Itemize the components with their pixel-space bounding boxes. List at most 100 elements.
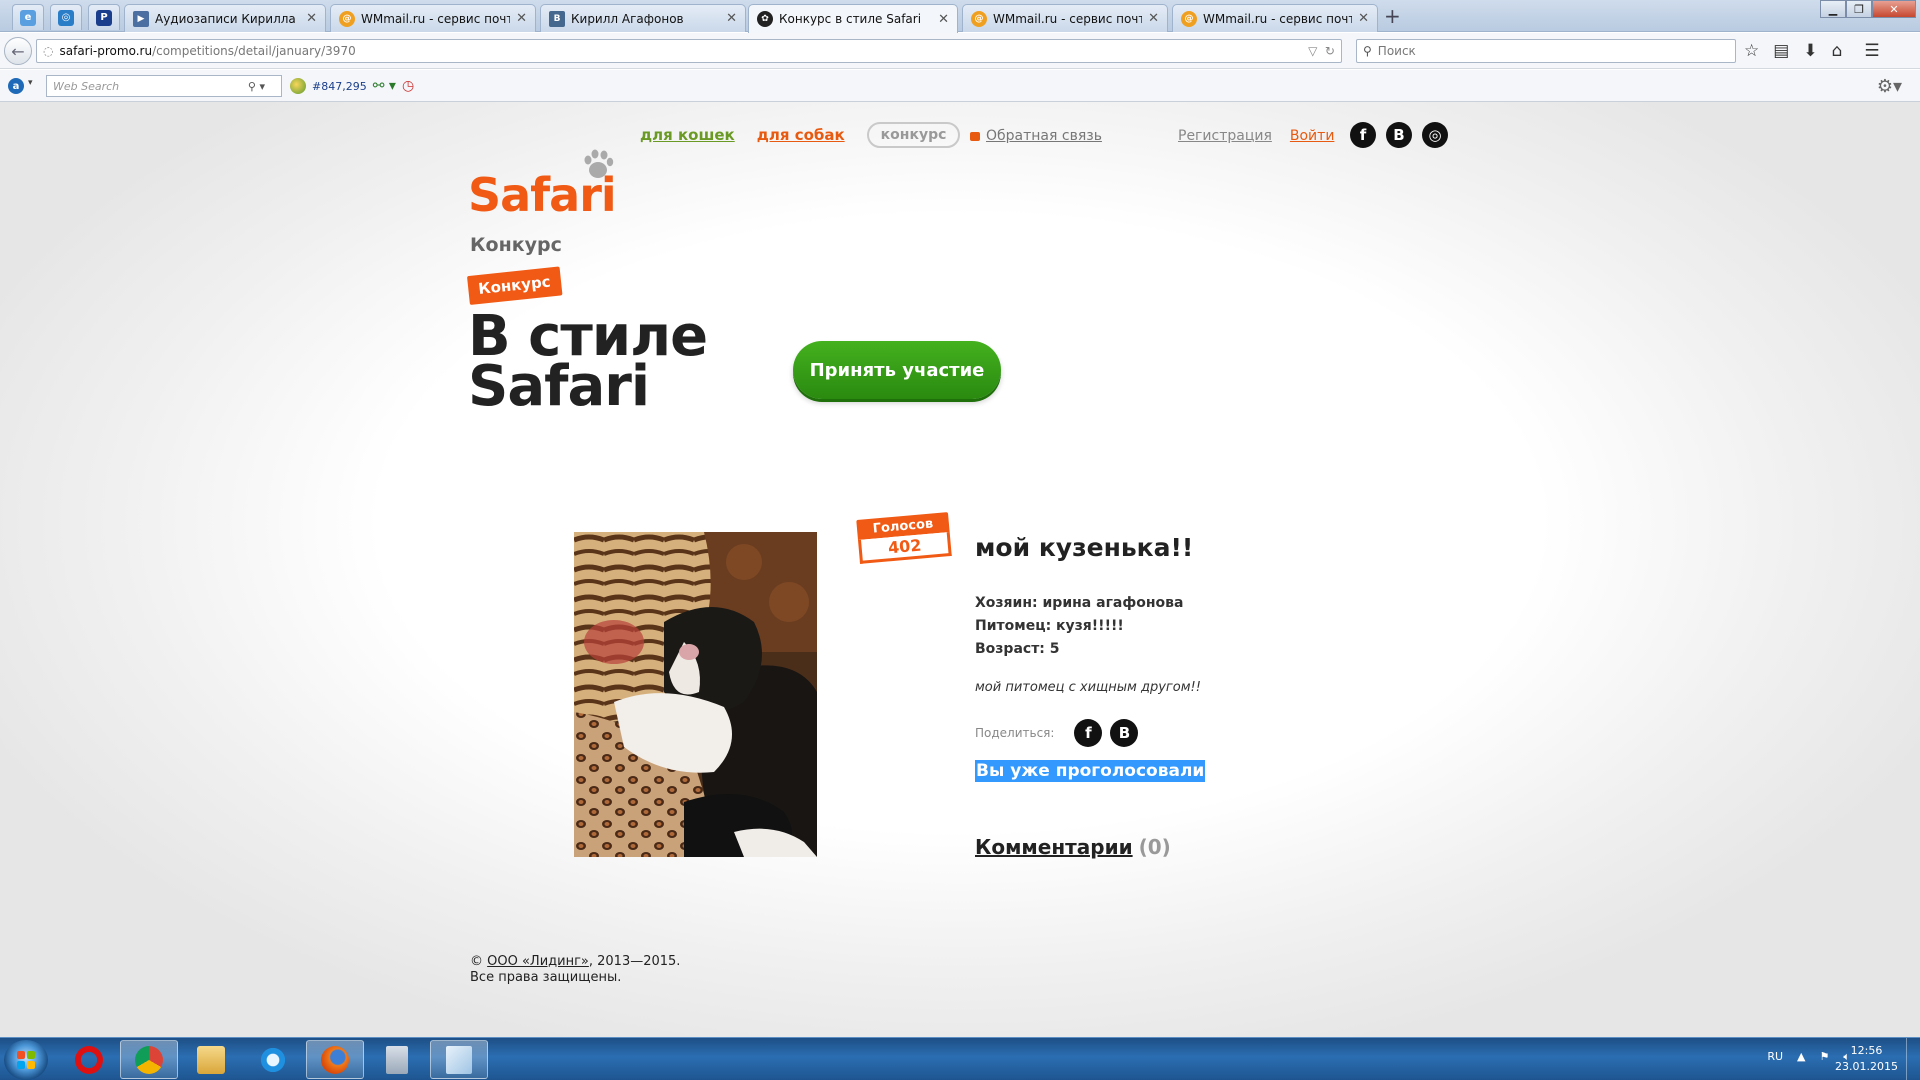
language-indicator[interactable]: RU	[1767, 1050, 1783, 1064]
vk-share-icon[interactable]: B	[1110, 719, 1139, 747]
window-controls: ▁ ❐ ✕	[1820, 0, 1916, 18]
chevron-down-icon[interactable]: ▾	[28, 78, 33, 88]
contest-badge: Конкурс	[466, 266, 563, 305]
url-path: /competitions/detail/january/3970	[152, 44, 356, 58]
tab-title: Кирилл Агафонов	[571, 11, 684, 26]
page-title: В стиле Safari	[468, 309, 708, 415]
close-tab-icon[interactable]: ✕	[1358, 11, 1369, 26]
menu-icon[interactable]: ☰	[1864, 41, 1879, 61]
close-tab-icon[interactable]: ✕	[306, 11, 317, 26]
alexa-icon[interactable]: a	[8, 78, 24, 94]
taskbar-calculator[interactable]	[368, 1040, 426, 1079]
comments-label: Комментарии	[975, 835, 1133, 859]
home-icon[interactable]: ⌂	[1832, 41, 1843, 61]
taskbar-explorer[interactable]	[182, 1040, 240, 1079]
entry-description: мой питомец с хищным другом!!	[975, 680, 1201, 695]
comments-heading[interactable]: Комментарии (0)	[975, 835, 1171, 859]
alexa-rank[interactable]: #847,295 ⚯ ▾ ◷	[290, 78, 414, 94]
system-clock[interactable]: 12:56 23.01.2015	[1835, 1043, 1898, 1075]
globe-icon	[290, 78, 306, 94]
reload-icon[interactable]: ▽ ↻	[1308, 44, 1335, 58]
social-links: f B ◎	[1350, 122, 1448, 148]
owner-text: Хозяин: ирина агафонова	[975, 595, 1184, 611]
logo-brand: Safari	[468, 168, 617, 222]
join-contest-button[interactable]: Принять участие	[793, 341, 1001, 399]
comments-count: (0)	[1138, 835, 1171, 859]
browser-search-input[interactable]: ⚲ Поиск	[1356, 39, 1736, 63]
globe-icon: e	[20, 9, 36, 26]
tab-audio[interactable]: ▶ Аудиозаписи Кирилла Ко... ✕	[124, 4, 326, 32]
close-tab-icon[interactable]: ✕	[726, 11, 737, 26]
chrome-icon	[135, 1045, 163, 1074]
tab-wmmail-1[interactable]: @ WMmail.ru - сервис почт... ✕	[330, 4, 536, 32]
taskbar-firefox[interactable]	[306, 1040, 364, 1079]
facebook-share-icon[interactable]: f	[1074, 719, 1103, 747]
bookmark-star-icon[interactable]: ☆	[1744, 41, 1759, 61]
new-tab-button[interactable]: +	[1384, 4, 1401, 28]
nav-cats-link[interactable]: для кошек	[640, 126, 735, 144]
taskbar-ie[interactable]	[244, 1040, 302, 1079]
tab-title: WMmail.ru - сервис почт...	[361, 11, 511, 26]
facebook-icon[interactable]: f	[1350, 122, 1376, 148]
close-tab-icon[interactable]: ✕	[1148, 11, 1159, 26]
action-center-flag-icon[interactable]: ⚑	[1820, 1050, 1830, 1064]
link-icon[interactable]: ⚯ ▾	[373, 78, 396, 94]
logo-subtitle: Конкурс	[470, 234, 562, 256]
back-button[interactable]: ←	[4, 37, 32, 65]
alexa-rank-value: #847,295	[312, 79, 367, 93]
feedback-link[interactable]: Обратная связь	[970, 128, 1102, 144]
nav-dogs-link[interactable]: для собак	[757, 126, 845, 144]
close-tab-icon[interactable]: ✕	[938, 12, 949, 27]
windows-taskbar: RU ▲ ⚑ 🔈︎ 12:56 23.01.2015	[0, 1037, 1920, 1080]
close-window-button[interactable]: ✕	[1872, 0, 1916, 18]
search-icon[interactable]: ⚲ ▾	[248, 80, 265, 93]
firefox-icon	[321, 1045, 349, 1074]
video-icon: ▶	[133, 10, 149, 27]
clock-date: 23.01.2015	[1835, 1060, 1898, 1073]
web-search-placeholder: Web Search	[53, 79, 120, 93]
feedback-label: Обратная связь	[986, 128, 1102, 144]
timer-icon[interactable]: ◷	[402, 78, 414, 94]
browser-tab-bar: e ◎ P ▶ Аудиозаписи Кирилла Ко... ✕ @ WMm…	[0, 0, 1920, 33]
download-icon[interactable]: ⬇	[1803, 41, 1817, 61]
calculator-icon	[386, 1045, 408, 1074]
notepad-icon	[446, 1045, 472, 1074]
pet-photo[interactable]	[574, 532, 817, 857]
start-button[interactable]	[4, 1040, 48, 1080]
taskbar-chrome[interactable]	[120, 1040, 178, 1079]
target-icon: ◎	[58, 9, 74, 26]
tab-wmmail-3[interactable]: @ WMmail.ru - сервис почт... ✕	[1172, 4, 1378, 32]
tab-safari-active[interactable]: ✿ Конкурс в стиле Safari ✕	[748, 4, 958, 33]
site-identity-icon[interactable]: ◌	[43, 44, 53, 58]
search-icon: ⚲	[1363, 44, 1372, 58]
wmmail-icon: @	[1181, 10, 1197, 27]
web-search-input[interactable]: Web Search ⚲ ▾	[46, 75, 282, 97]
tray-expand-icon[interactable]: ▲	[1797, 1050, 1805, 1064]
folder-icon	[197, 1045, 225, 1074]
pinned-tab[interactable]: e	[12, 4, 44, 30]
taskbar-notepad[interactable]	[430, 1040, 488, 1079]
pinned-tab[interactable]: P	[88, 4, 120, 30]
pinned-tab[interactable]: ◎	[50, 4, 82, 30]
addon-toolbar: a ▾ Web Search ⚲ ▾ #847,295 ⚯ ▾ ◷ ⚙▾	[0, 70, 1920, 102]
vk-icon[interactable]: B	[1386, 122, 1412, 148]
bookmarks-list-icon[interactable]: ▤	[1773, 41, 1789, 61]
show-desktop-button[interactable]	[1906, 1038, 1920, 1080]
maximize-button[interactable]: ❐	[1846, 0, 1872, 18]
gear-icon[interactable]: ⚙▾	[1877, 76, 1902, 97]
instagram-icon[interactable]: ◎	[1422, 122, 1448, 148]
tab-wmmail-2[interactable]: @ WMmail.ru - сервис почт... ✕	[962, 4, 1168, 32]
tab-vk[interactable]: B Кирилл Агафонов ✕	[540, 4, 746, 32]
nav-contest-link[interactable]: конкурс	[866, 122, 961, 148]
rights-text: Все права защищены.	[470, 970, 622, 985]
minimize-button[interactable]: ▁	[1820, 0, 1846, 18]
company-link[interactable]: ООО «Лидинг»	[487, 954, 589, 969]
taskbar-opera[interactable]	[60, 1040, 118, 1079]
main-nav: для кошек для собак конкурс	[640, 122, 982, 148]
address-bar[interactable]: ◌ safari-promo.ru/competitions/detail/ja…	[36, 39, 1342, 63]
register-link[interactable]: Регистрация	[1178, 128, 1272, 144]
paypal-icon: P	[96, 9, 112, 26]
close-tab-icon[interactable]: ✕	[516, 11, 527, 26]
login-link[interactable]: Войти	[1290, 128, 1335, 144]
entry-title: мой кузенька!!	[975, 533, 1194, 562]
